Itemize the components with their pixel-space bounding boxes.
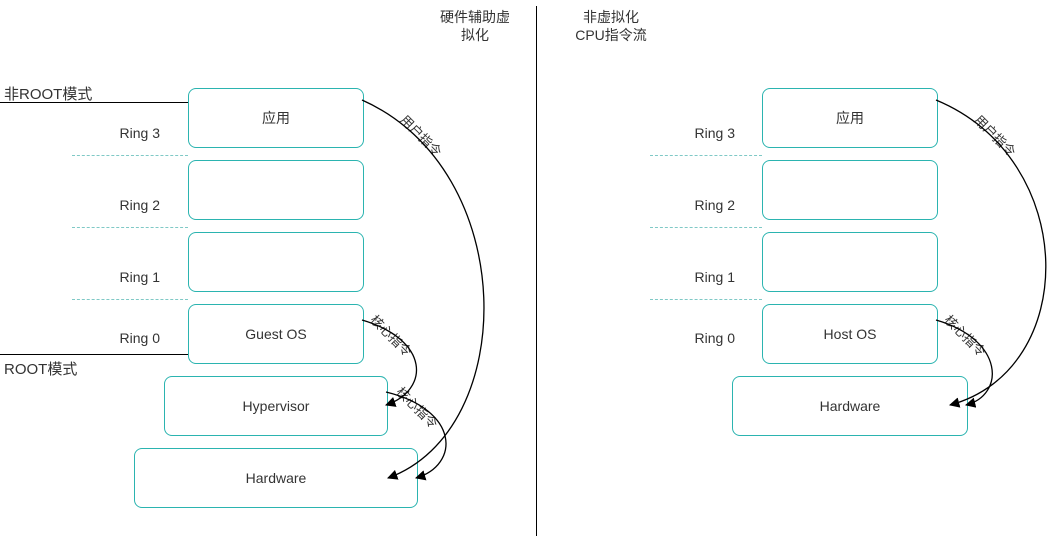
left-box-app: 应用 — [188, 88, 364, 148]
right-box-app-label: 应用 — [836, 108, 864, 128]
right-title: 非虚拟化 CPU指令流 — [556, 8, 666, 44]
left-box-ring2 — [188, 160, 364, 220]
left-kernel2-arc-label: 核心指令 — [393, 382, 443, 432]
left-kernel1-arc-label: 核心指令 — [367, 310, 417, 360]
right-box-host: Host OS — [762, 304, 938, 364]
left-ring1-label: Ring 1 — [90, 269, 160, 285]
right-box-app: 应用 — [762, 88, 938, 148]
left-ring2-label: Ring 2 — [90, 197, 160, 213]
right-ring1-label: Ring 1 — [665, 269, 735, 285]
left-box-guest-label: Guest OS — [245, 326, 306, 342]
left-box-guest: Guest OS — [188, 304, 364, 364]
left-ring0-label: Ring 0 — [90, 330, 160, 346]
right-divider-1-0 — [650, 299, 762, 300]
right-divider-2-1 — [650, 227, 762, 228]
left-box-hyper: Hypervisor — [164, 376, 388, 436]
left-box-app-label: 应用 — [262, 108, 290, 128]
left-title: 硬件辅助虚 拟化 — [430, 8, 520, 44]
root-mode-label: ROOT模式 — [4, 358, 77, 379]
left-box-hw: Hardware — [134, 448, 418, 508]
right-kernel-arc-label: 核心指令 — [941, 310, 991, 360]
left-ring3-label: Ring 3 — [90, 125, 160, 141]
right-box-hw-label: Hardware — [820, 398, 881, 414]
right-user-arc-label: 用户指令 — [971, 110, 1021, 160]
left-box-hw-label: Hardware — [246, 470, 307, 486]
left-box-ring1 — [188, 232, 364, 292]
column-separator — [536, 6, 537, 536]
left-divider-2-1 — [72, 227, 188, 228]
right-user-arc — [936, 100, 1046, 405]
nonroot-mode-label: 非ROOT模式 — [4, 83, 92, 104]
left-box-hyper-label: Hypervisor — [243, 398, 310, 414]
right-box-ring1 — [762, 232, 938, 292]
right-divider-3-2 — [650, 155, 762, 156]
right-box-host-label: Host OS — [824, 326, 877, 342]
right-box-ring2 — [762, 160, 938, 220]
left-divider-1-0 — [72, 299, 188, 300]
right-box-hw: Hardware — [732, 376, 968, 436]
diagram-canvas: 硬件辅助虚 拟化 非ROOT模式 ROOT模式 Ring 3 Ring 2 Ri… — [0, 0, 1062, 542]
right-ring3-label: Ring 3 — [665, 125, 735, 141]
root-mode-line — [0, 354, 188, 355]
right-ring2-label: Ring 2 — [665, 197, 735, 213]
left-user-arc-label: 用户指令 — [397, 110, 447, 160]
left-divider-3-2 — [72, 155, 188, 156]
right-ring0-label: Ring 0 — [665, 330, 735, 346]
